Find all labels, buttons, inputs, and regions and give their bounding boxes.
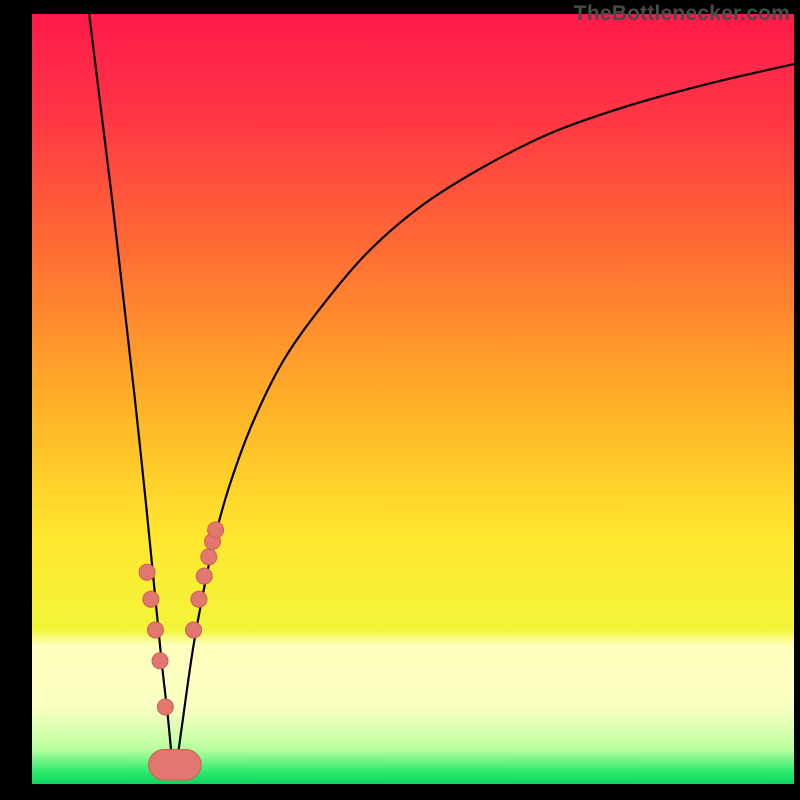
data-marker (139, 564, 155, 580)
data-marker (208, 522, 224, 538)
data-marker (196, 568, 212, 584)
data-marker (147, 622, 163, 638)
data-marker (143, 591, 159, 607)
data-marker (201, 549, 217, 565)
chart-frame: TheBottlenecker.com (0, 0, 800, 800)
optimum-pill (149, 750, 202, 780)
data-marker (157, 699, 173, 715)
data-marker (186, 622, 202, 638)
data-marker (152, 653, 168, 669)
gradient-background (32, 14, 794, 784)
plot-area (32, 14, 794, 784)
watermark-text: TheBottlenecker.com (574, 2, 790, 26)
chart-svg (32, 14, 794, 784)
data-marker (191, 591, 207, 607)
